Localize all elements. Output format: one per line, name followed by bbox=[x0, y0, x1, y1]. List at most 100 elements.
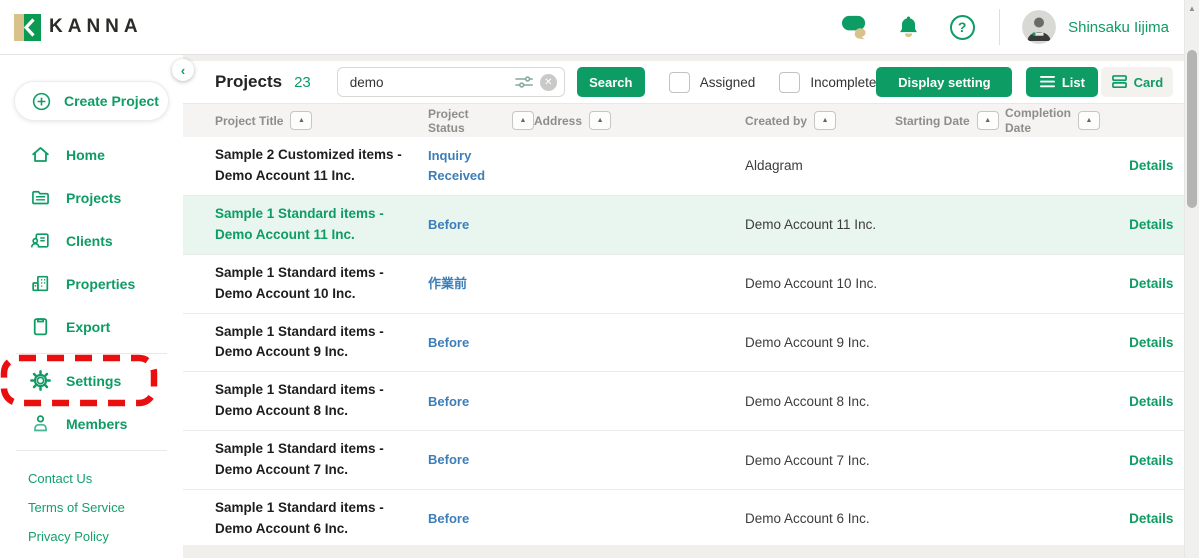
details-link[interactable]: Details bbox=[1129, 158, 1173, 173]
bell-icon[interactable] bbox=[893, 13, 923, 41]
project-title: Sample 1 Standard items - Demo Account 7… bbox=[215, 431, 428, 489]
card-view-button[interactable]: Card bbox=[1101, 67, 1173, 97]
sort-ascending-button[interactable]: ▲ bbox=[589, 111, 611, 130]
create-project-label: Create Project bbox=[64, 93, 159, 109]
column-label: Address bbox=[534, 114, 582, 128]
sidebar-nav: Home Projects Clients Properties Export Setti… bbox=[0, 133, 183, 451]
details-link[interactable]: Details bbox=[1129, 394, 1173, 409]
created-by: Demo Account 8 Inc. bbox=[745, 394, 895, 409]
sidebar-item-export[interactable]: Export bbox=[0, 305, 183, 348]
gear-icon bbox=[30, 370, 51, 391]
filter-incomplete: Incomplete bbox=[779, 72, 876, 93]
vertical-scrollbar[interactable]: ▲ bbox=[1184, 0, 1199, 558]
sidebar-item-projects[interactable]: Projects bbox=[0, 176, 183, 219]
list-label: List bbox=[1062, 75, 1085, 90]
project-status: Before bbox=[428, 333, 534, 353]
table-row[interactable]: Sample 1 Standard items - Demo Account 1… bbox=[183, 196, 1187, 255]
column-header-created-by: Created by▲ bbox=[745, 111, 895, 130]
sidebar: ‹ Create Project HomeProjectsClientsProp… bbox=[0, 55, 183, 558]
created-by: Demo Account 6 Inc. bbox=[745, 511, 895, 526]
create-project-button[interactable]: Create Project bbox=[14, 81, 169, 121]
table-row[interactable]: Sample 1 Standard items - Demo Account 8… bbox=[183, 372, 1187, 431]
sidebar-item-label: Clients bbox=[66, 233, 113, 249]
sidebar-item-clients[interactable]: Clients bbox=[0, 219, 183, 262]
projects-toolbar: Projects 23 ✕ Search AssignedIncomplete bbox=[183, 61, 1187, 103]
incomplete-checkbox[interactable] bbox=[779, 72, 800, 93]
top-header: KANNA ? S bbox=[0, 0, 1199, 55]
sort-ascending-button[interactable]: ▲ bbox=[512, 111, 534, 130]
details-link[interactable]: Details bbox=[1129, 453, 1173, 468]
help-icon[interactable]: ? bbox=[947, 13, 977, 41]
sidebar-item-label: Projects bbox=[66, 190, 121, 206]
table-header: Project Title▲Project Status▲Address▲Cre… bbox=[183, 103, 1187, 137]
chat-icon[interactable] bbox=[839, 13, 869, 41]
page-title: Projects bbox=[215, 72, 282, 92]
footer-link-privacy-policy[interactable]: Privacy Policy bbox=[28, 522, 183, 551]
project-status: Before bbox=[428, 450, 534, 470]
column-label: Project Title bbox=[215, 114, 283, 128]
sidebar-item-properties[interactable]: Properties bbox=[0, 262, 183, 305]
created-by: Demo Account 9 Inc. bbox=[745, 335, 895, 350]
kanna-logo-icon bbox=[14, 14, 41, 41]
view-toggle: List Card bbox=[1026, 67, 1173, 97]
column-header-completion-date: Completion Date▲ bbox=[1005, 106, 1099, 136]
project-title: Sample 2 Customized items - Demo Account… bbox=[215, 137, 428, 195]
column-label: Starting Date bbox=[895, 114, 970, 128]
projects-count: 23 bbox=[294, 74, 311, 91]
avatar[interactable] bbox=[1022, 10, 1056, 44]
project-title: Sample 1 Standard items - Demo Account 8… bbox=[215, 372, 428, 430]
table-row[interactable]: Sample 2 Customized items - Demo Account… bbox=[183, 137, 1187, 196]
details-link[interactable]: Details bbox=[1129, 276, 1173, 291]
folder-icon bbox=[30, 187, 51, 208]
search-box: ✕ bbox=[337, 67, 565, 97]
sidebar-divider bbox=[16, 450, 167, 451]
sidebar-item-home[interactable]: Home bbox=[0, 133, 183, 176]
footer-link-terms-of-service[interactable]: Terms of Service bbox=[28, 493, 183, 522]
created-by: Aldagram bbox=[745, 158, 895, 173]
table-body: Sample 2 Customized items - Demo Account… bbox=[183, 137, 1187, 545]
sort-ascending-button[interactable]: ▲ bbox=[290, 111, 312, 130]
sidebar-collapse-button[interactable]: ‹ bbox=[172, 59, 194, 81]
sidebar-item-label: Members bbox=[66, 416, 127, 432]
sidebar-item-label: Export bbox=[66, 319, 110, 335]
column-header-project-title: Project Title ▲ bbox=[215, 111, 428, 130]
column-header-project-status: Project Status▲ bbox=[428, 107, 534, 135]
details-link[interactable]: Details bbox=[1129, 511, 1173, 526]
search-button[interactable]: Search bbox=[577, 67, 645, 97]
sort-ascending-button[interactable]: ▲ bbox=[1078, 111, 1100, 130]
list-icon bbox=[1040, 75, 1055, 88]
sort-ascending-button[interactable]: ▲ bbox=[814, 111, 836, 130]
scroll-up-icon[interactable]: ▲ bbox=[1185, 4, 1199, 13]
footer-link-contact-us[interactable]: Contact Us bbox=[28, 464, 183, 493]
card-icon bbox=[1112, 75, 1127, 88]
table-row[interactable]: Sample 1 Standard items - Demo Account 1… bbox=[183, 255, 1187, 314]
sidebar-item-settings[interactable]: Settings bbox=[0, 359, 183, 402]
assigned-checkbox[interactable] bbox=[669, 72, 690, 93]
list-view-button[interactable]: List bbox=[1026, 67, 1098, 97]
sidebar-item-label: Settings bbox=[66, 373, 121, 389]
clients-icon bbox=[30, 230, 51, 251]
table-row[interactable]: Sample 1 Standard items - Demo Account 6… bbox=[183, 490, 1187, 545]
scrollbar-thumb[interactable] bbox=[1187, 50, 1197, 208]
sidebar-item-members[interactable]: Members bbox=[0, 402, 183, 445]
created-by: Demo Account 10 Inc. bbox=[745, 276, 895, 291]
user-name[interactable]: Shinsaku Iijima bbox=[1068, 19, 1169, 36]
created-by: Demo Account 11 Inc. bbox=[745, 217, 895, 232]
clear-search-icon[interactable]: ✕ bbox=[540, 74, 557, 91]
project-status: Inquiry Received bbox=[428, 146, 534, 185]
search-input[interactable] bbox=[350, 75, 514, 90]
question-mark: ? bbox=[950, 15, 975, 40]
details-link[interactable]: Details bbox=[1129, 335, 1173, 350]
sidebar-footer-links: Contact UsTerms of ServicePrivacy Policy bbox=[0, 456, 183, 551]
display-setting-button[interactable]: Display setting bbox=[876, 67, 1012, 97]
export-icon bbox=[30, 316, 51, 337]
created-by: Demo Account 7 Inc. bbox=[745, 453, 895, 468]
table-row[interactable]: Sample 1 Standard items - Demo Account 7… bbox=[183, 431, 1187, 490]
plus-circle-icon bbox=[31, 91, 52, 112]
column-header-address: Address ▲ bbox=[534, 111, 745, 130]
sidebar-item-label: Properties bbox=[66, 276, 135, 292]
filter-sliders-icon[interactable] bbox=[514, 74, 534, 90]
details-link[interactable]: Details bbox=[1129, 217, 1173, 232]
sort-ascending-button[interactable]: ▲ bbox=[977, 111, 999, 130]
table-row[interactable]: Sample 1 Standard items - Demo Account 9… bbox=[183, 314, 1187, 373]
